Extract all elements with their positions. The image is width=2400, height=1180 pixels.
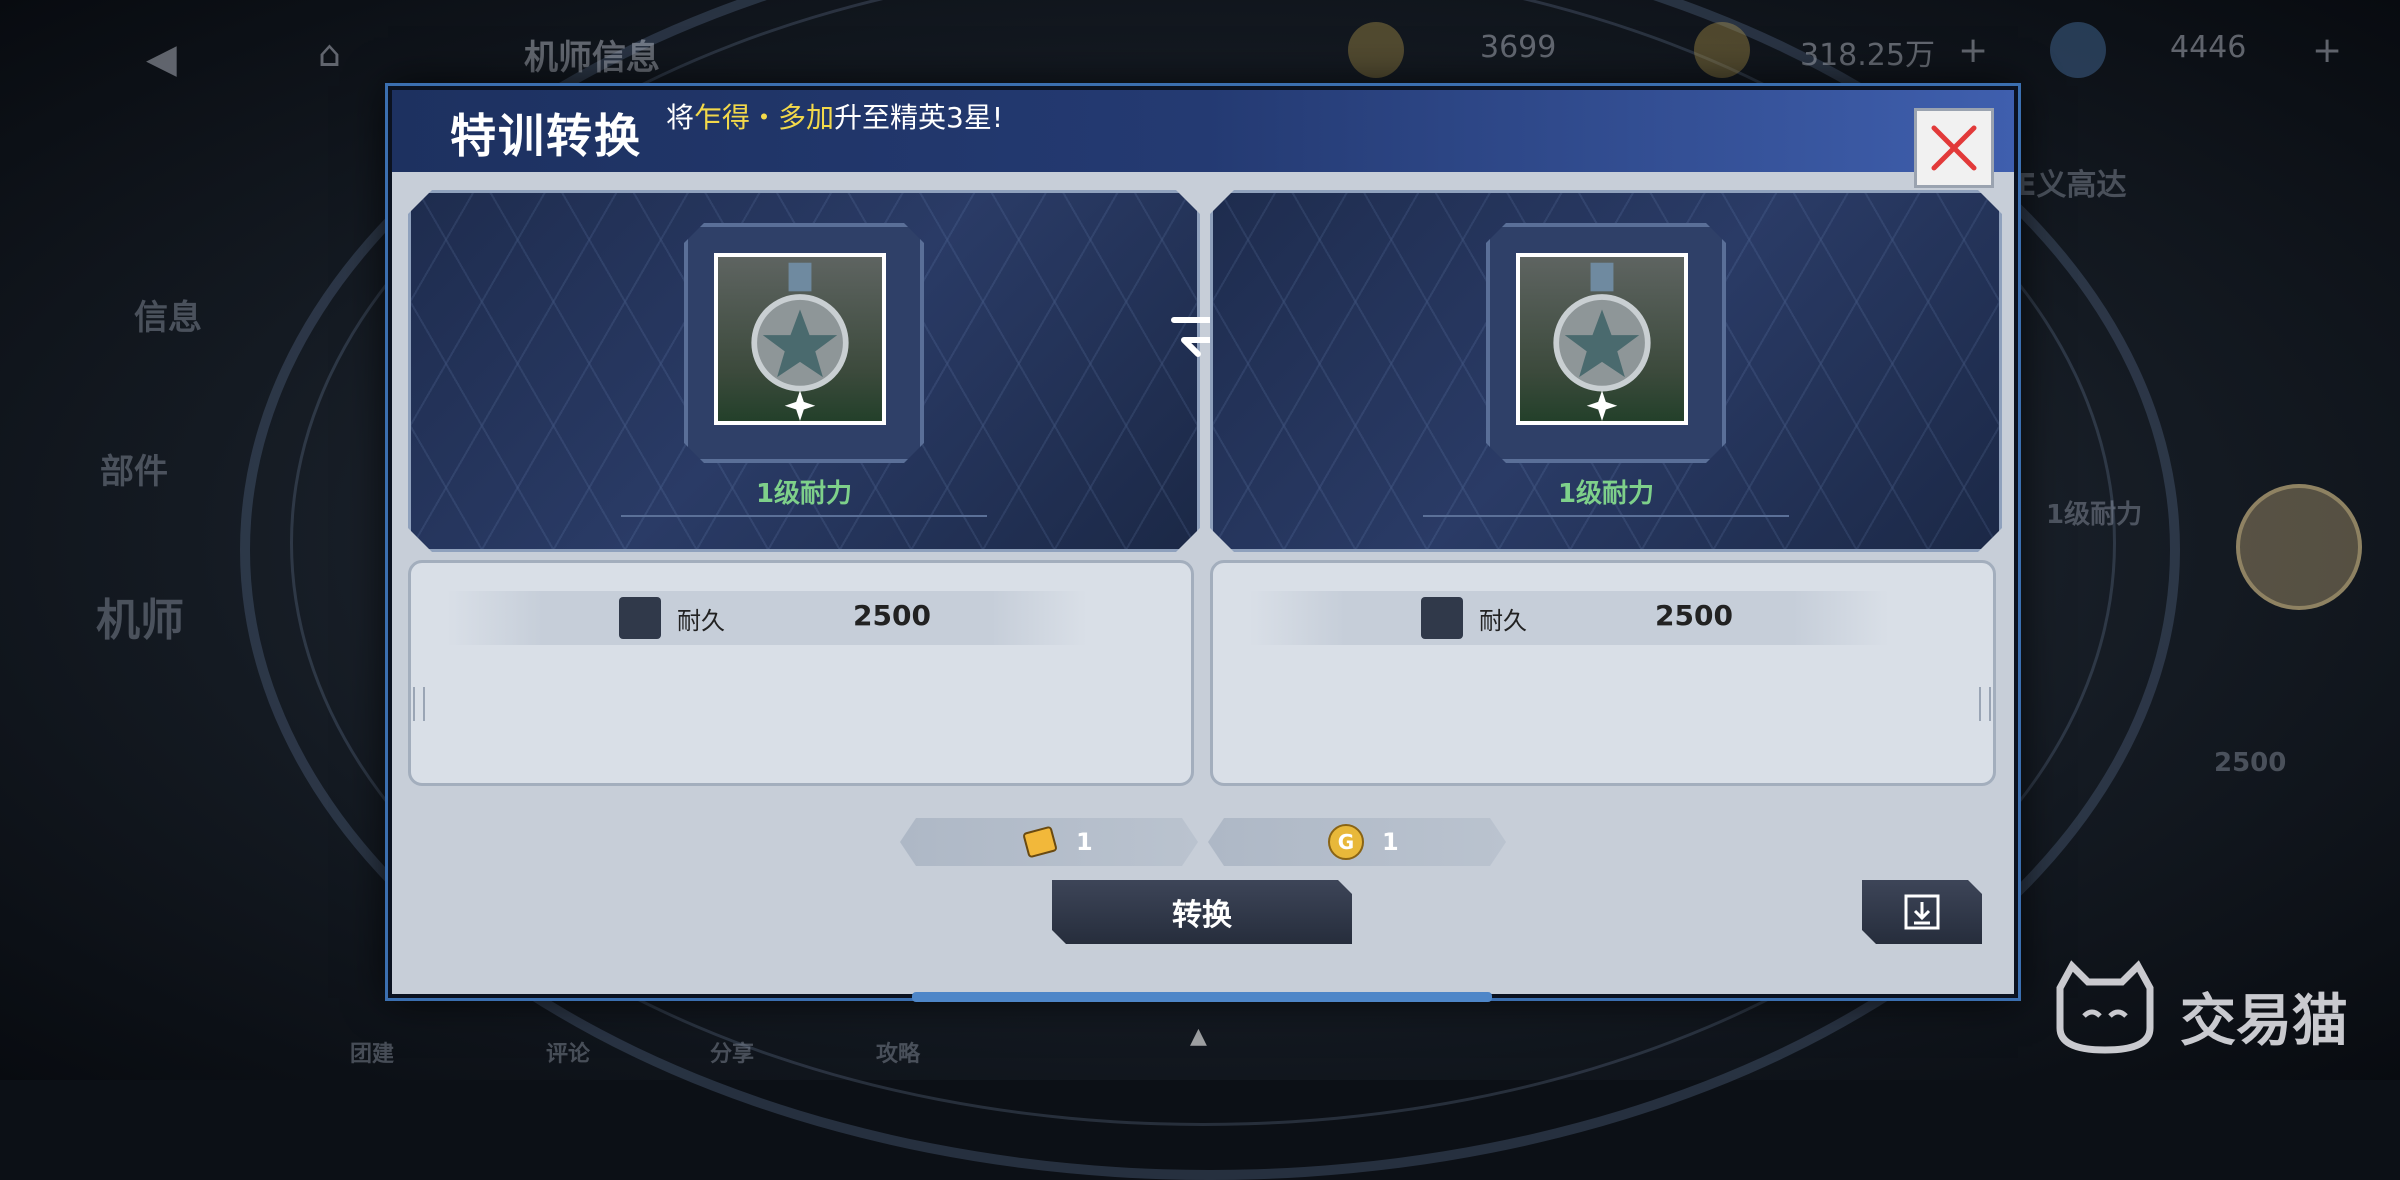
gem-resource-icon	[2050, 22, 2106, 78]
svg-text:G: G	[1338, 830, 1354, 854]
top-bar: ◀ ⌂ 机师信息 3699 318.25万 + 4446 +	[0, 0, 2400, 100]
add-icon-2[interactable]: +	[2312, 30, 2342, 71]
subtitle-prefix: 将	[666, 101, 695, 134]
left-skill-card[interactable]: 1级耐力	[408, 190, 1200, 552]
left-stat-panel: 耐久 2500	[408, 560, 1194, 786]
side-menu-info[interactable]: 信息	[134, 290, 202, 339]
bg-stat-value: 2500	[2214, 748, 2287, 778]
subtitle-pilot-name: 乍得・多加	[694, 101, 835, 134]
cost-gold-coin: G 1	[1208, 818, 1506, 866]
side-menu-pilot[interactable]: 机师	[96, 584, 184, 648]
durability-icon	[619, 597, 661, 639]
resource-3-value: 4446	[2170, 30, 2247, 65]
dialog-bottom-accent	[912, 992, 1492, 1002]
training-disk-icon	[1020, 822, 1060, 862]
convert-button[interactable]: 转换	[1052, 880, 1352, 944]
dialog-header: 特训转换 将乍得・多加升至精英3星!	[392, 90, 2014, 172]
disk-resource-icon	[1348, 22, 1404, 78]
cat-logo-icon	[2056, 960, 2154, 1054]
left-medal-frame	[684, 223, 924, 463]
download-icon	[1902, 892, 1942, 932]
endurance-medal-icon	[1516, 253, 1688, 425]
subtitle-suffix: 升至精英3星!	[834, 101, 1004, 134]
right-skill-card[interactable]: 1级耐力	[1210, 190, 2002, 552]
resource-1-value: 3699	[1480, 30, 1557, 65]
close-x-icon	[1931, 125, 1977, 171]
close-button[interactable]	[1914, 108, 1994, 188]
durability-icon	[1421, 597, 1463, 639]
add-icon[interactable]: +	[1958, 30, 1988, 71]
left-skill-label: 1级耐力	[755, 479, 853, 509]
right-skill-label: 1级耐力	[1557, 479, 1655, 509]
back-icon[interactable]: ◀	[146, 36, 177, 82]
bg-name-label: E义高达	[2016, 168, 2127, 203]
right-stat-name: 耐久	[1479, 607, 1527, 635]
home-icon[interactable]: ⌂	[318, 34, 341, 75]
dialog-subtitle: 将乍得・多加升至精英3星!	[666, 96, 1003, 136]
cost-training-disk: 1	[900, 818, 1198, 866]
right-stat-row: 耐久 2500	[1249, 591, 1889, 645]
cost-training-disk-amount: 1	[1076, 828, 1093, 856]
gold-coin-icon: G	[1326, 822, 1366, 862]
left-stat-name: 耐久	[677, 607, 725, 635]
bottom-tab-2[interactable]: 评论	[546, 1036, 590, 1068]
side-menu-parts[interactable]: 部件	[100, 444, 168, 493]
right-stat-panel: 耐久 2500	[1210, 560, 1996, 786]
page-title: 机师信息	[524, 38, 660, 78]
save-button[interactable]	[1862, 880, 1982, 944]
watermark-text: 交易猫	[2180, 989, 2348, 1054]
right-stat-value: 2500	[1655, 599, 1733, 632]
expand-up-icon[interactable]: ▲	[1190, 1024, 1207, 1049]
left-stat-row: 耐久 2500	[447, 591, 1087, 645]
bg-stat-label: 1级耐力	[2046, 500, 2143, 530]
dialog-title: 特训转换	[450, 109, 642, 163]
coin-resource-icon	[1694, 22, 1750, 78]
bottom-tab-3[interactable]: 分享	[710, 1036, 754, 1068]
watermark: 交易猫	[2050, 958, 2380, 1058]
right-medal-frame	[1486, 223, 1726, 463]
bottom-tab-4[interactable]: 攻略	[876, 1036, 920, 1068]
box-icon[interactable]	[2236, 484, 2362, 610]
cost-gold-coin-amount: 1	[1382, 828, 1399, 856]
resource-2-value: 318.25万	[1800, 38, 1935, 73]
bottom-tab-1[interactable]: 团建	[350, 1036, 394, 1068]
training-convert-dialog: 特训转换 将乍得・多加升至精英3星! 1级耐力 1级耐力 耐久 2500 耐久 …	[388, 86, 2018, 1002]
left-stat-value: 2500	[853, 599, 931, 632]
endurance-medal-icon	[714, 253, 886, 425]
